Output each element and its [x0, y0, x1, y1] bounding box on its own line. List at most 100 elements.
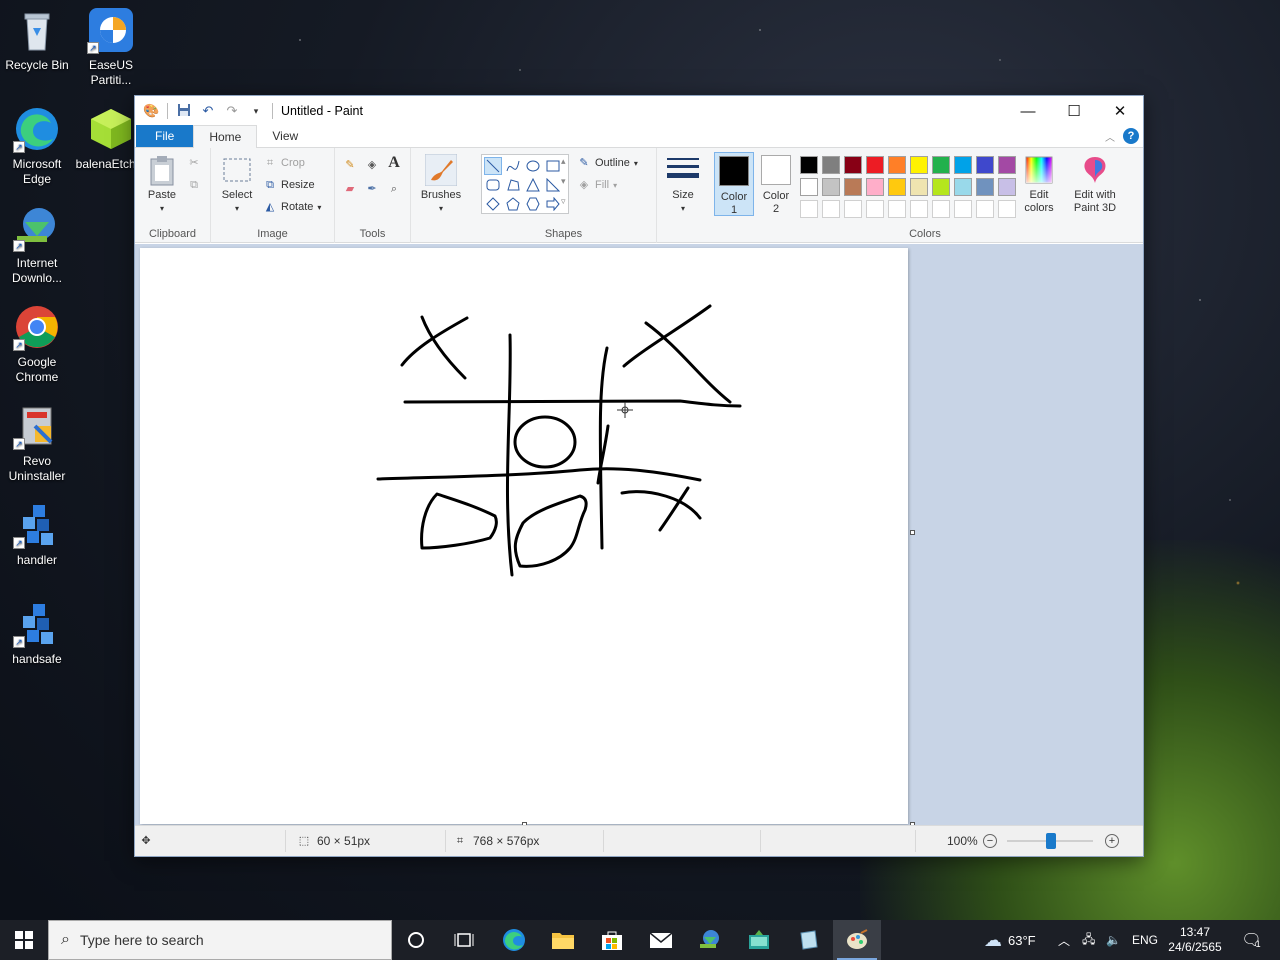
arrow-shape[interactable]	[544, 195, 562, 213]
palette-swatch[interactable]	[932, 156, 950, 174]
paint-app-icon[interactable]: 🎨	[143, 103, 159, 119]
palette-swatch[interactable]	[844, 178, 862, 196]
close-button[interactable]: ✕	[1097, 96, 1143, 126]
taskbar-paint[interactable]	[833, 920, 881, 960]
palette-swatch[interactable]	[998, 200, 1016, 218]
text-tool[interactable]: A	[387, 155, 401, 171]
palette-swatch[interactable]	[866, 200, 884, 218]
palette-swatch[interactable]	[932, 178, 950, 196]
action-center-button[interactable]: 🗨 1	[1236, 920, 1266, 960]
rectangle-shape[interactable]	[544, 157, 562, 175]
palette-swatch[interactable]	[888, 200, 906, 218]
magnifier-tool[interactable]: ⌕	[387, 182, 401, 196]
drawing-canvas[interactable]	[140, 248, 908, 824]
palette-swatch[interactable]	[910, 178, 928, 196]
desktop-icon-handsafe[interactable]: ↗ handsafe	[0, 600, 74, 667]
cortana-button[interactable]	[392, 920, 440, 960]
brushes-button[interactable]: Brushes ▾	[417, 153, 465, 215]
palette-swatch[interactable]	[800, 156, 818, 174]
palette-swatch[interactable]	[822, 156, 840, 174]
resize-handle-right[interactable]	[910, 530, 915, 535]
network-button[interactable]: 🖧	[1082, 920, 1095, 960]
tab-view[interactable]: View	[257, 125, 313, 147]
collapse-ribbon-icon[interactable]: ︿	[1105, 129, 1115, 144]
eraser-tool[interactable]: ▰	[343, 182, 357, 196]
copy-button[interactable]: ⧉	[187, 178, 201, 192]
maximize-button[interactable]: ☐	[1051, 96, 1097, 126]
zoom-in-button[interactable]: +	[1105, 834, 1119, 848]
show-hidden-icons-button[interactable]: ︿	[1058, 920, 1070, 960]
taskbar-edge[interactable]	[490, 920, 538, 960]
zoom-out-button[interactable]: −	[983, 834, 997, 848]
palette-swatch[interactable]	[954, 156, 972, 174]
tab-home[interactable]: Home	[193, 125, 258, 148]
palette-swatch[interactable]	[866, 156, 884, 174]
tab-file[interactable]: File	[136, 125, 194, 147]
minimize-button[interactable]: —	[1005, 96, 1051, 126]
color-picker-tool[interactable]: ✒	[365, 182, 379, 196]
desktop-icon-handler[interactable]: ↗ handler	[0, 501, 74, 568]
shapes-expand[interactable]: ▿	[561, 196, 566, 207]
weather-widget[interactable]: ☁ 63°F	[984, 920, 1036, 960]
diamond-shape[interactable]	[484, 195, 502, 213]
clock[interactable]: 13:47 24/6/2565	[1166, 920, 1224, 960]
volume-button[interactable]: 🔈	[1106, 920, 1121, 960]
desktop-icon-easeus[interactable]: ↗ EaseUS Partiti...	[74, 6, 148, 88]
palette-swatch[interactable]	[976, 156, 994, 174]
taskbar-idm[interactable]	[686, 920, 734, 960]
task-view-button[interactable]	[440, 920, 488, 960]
fill-button[interactable]: ◈ Fill ▾	[577, 178, 617, 192]
save-icon[interactable]	[176, 103, 192, 119]
palette-swatch[interactable]	[954, 200, 972, 218]
palette-swatch[interactable]	[844, 156, 862, 174]
palette-swatch[interactable]	[998, 178, 1016, 196]
palette-swatch[interactable]	[800, 178, 818, 196]
pentagon-shape[interactable]	[504, 195, 522, 213]
start-button[interactable]	[0, 920, 48, 960]
oval-shape[interactable]	[524, 157, 542, 175]
palette-swatch[interactable]	[910, 200, 928, 218]
select-button[interactable]: Select ▾	[217, 154, 257, 215]
shapes-scroll-down[interactable]: ▾	[561, 176, 566, 187]
palette-swatch[interactable]	[976, 178, 994, 196]
palette-swatch[interactable]	[998, 156, 1016, 174]
palette-swatch[interactable]	[910, 156, 928, 174]
polygon-shape[interactable]	[504, 176, 522, 194]
palette-swatch[interactable]	[888, 178, 906, 196]
taskbar-app-notepad[interactable]	[784, 920, 832, 960]
size-button[interactable]: Size ▾	[663, 154, 703, 215]
customize-qat-icon[interactable]: ▾	[248, 103, 264, 119]
taskbar-search-box[interactable]: ⌕ Type here to search	[48, 920, 392, 960]
undo-icon[interactable]: ↶	[200, 103, 216, 119]
palette-swatch[interactable]	[954, 178, 972, 196]
zoom-slider-thumb[interactable]	[1046, 833, 1056, 849]
desktop-icon-revo[interactable]: ↗ Revo Uninstaller	[0, 402, 74, 484]
taskbar-store[interactable]	[588, 920, 636, 960]
fill-tool[interactable]: ◈	[365, 158, 379, 172]
palette-swatch[interactable]	[888, 156, 906, 174]
edit-colors-button[interactable]: Edit colors	[1019, 154, 1059, 215]
palette-swatch[interactable]	[844, 200, 862, 218]
desktop-icon-recycle-bin[interactable]: Recycle Bin	[0, 6, 74, 73]
line-shape[interactable]	[484, 157, 502, 175]
rotate-button[interactable]: ◭ Rotate ▾	[263, 200, 322, 214]
triangle-shape[interactable]	[524, 176, 542, 194]
color1-button[interactable]: Color 1	[714, 152, 754, 216]
taskbar-app-green[interactable]	[735, 920, 783, 960]
curve-shape[interactable]	[504, 157, 522, 175]
crop-button[interactable]: ⌗ Crop	[263, 156, 305, 170]
desktop-icon-chrome[interactable]: ↗ Google Chrome	[0, 303, 74, 385]
rounded-rectangle-shape[interactable]	[484, 176, 502, 194]
taskbar-file-explorer[interactable]	[539, 920, 587, 960]
desktop-icon-edge[interactable]: ↗ Microsoft Edge	[0, 105, 74, 187]
outline-button[interactable]: ✎ Outline ▾	[577, 156, 637, 170]
help-icon[interactable]: ?	[1123, 128, 1139, 144]
language-indicator[interactable]: ENG	[1132, 920, 1158, 960]
cut-button[interactable]: ✂	[187, 156, 201, 170]
desktop-icon-idm[interactable]: ↗ Internet Downlo...	[0, 204, 74, 286]
shapes-scroll-up[interactable]: ▴	[561, 156, 566, 167]
edit-with-paint3d-button[interactable]: Edit with Paint 3D	[1067, 154, 1123, 215]
taskbar-mail[interactable]	[637, 920, 685, 960]
pencil-tool[interactable]: ✎	[343, 158, 357, 172]
palette-swatch[interactable]	[976, 200, 994, 218]
